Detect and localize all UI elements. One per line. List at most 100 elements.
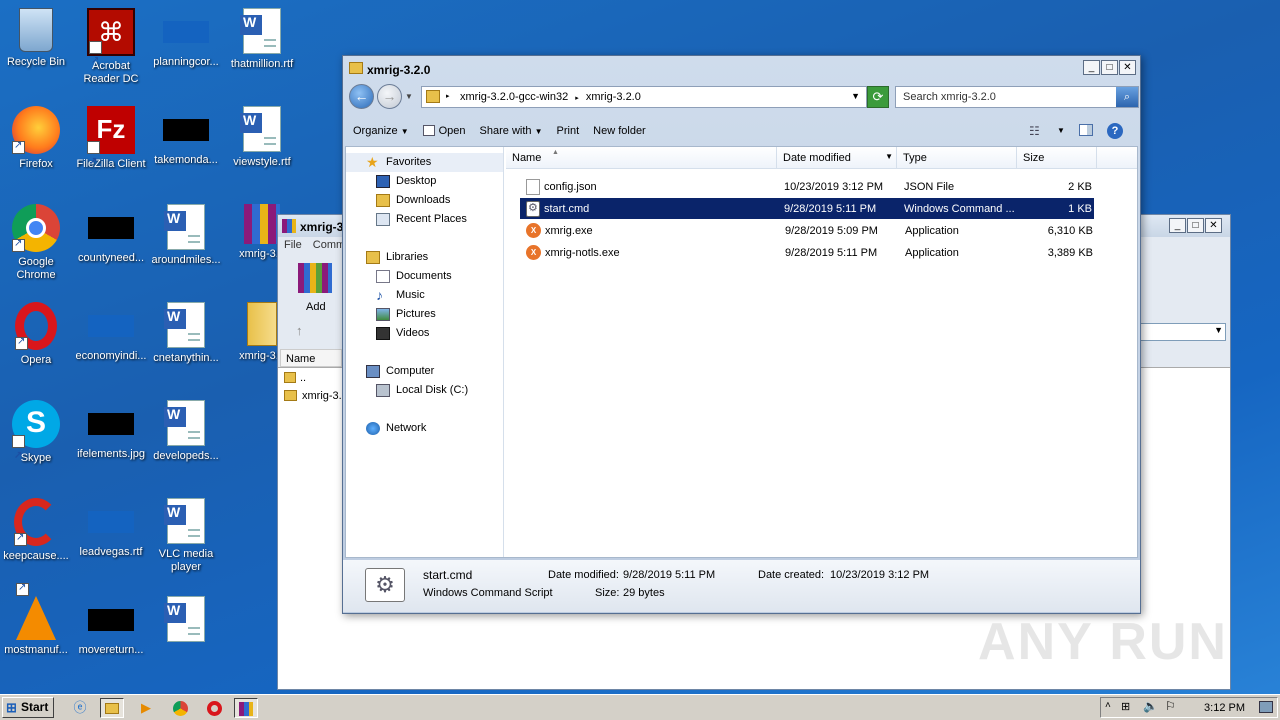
- show-hidden-icons-icon[interactable]: ˄: [1105, 700, 1111, 711]
- nav-desktop[interactable]: Desktop: [346, 172, 503, 191]
- refresh-button[interactable]: ⟳: [867, 86, 889, 108]
- new-folder-button[interactable]: New folder: [593, 125, 646, 137]
- nav-pictures[interactable]: Pictures: [346, 305, 503, 324]
- desktop-icon-viewstyle[interactable]: viewstyle.rtf: [224, 106, 300, 169]
- volume-icon[interactable]: 🔈: [1143, 699, 1158, 713]
- flag-icon[interactable]: ⚐: [1165, 699, 1176, 713]
- nav-computer[interactable]: Computer: [346, 362, 503, 381]
- recent-pages-chevron-icon[interactable]: ▼: [405, 92, 413, 101]
- table-row[interactable]: config.json 10/23/2019 3:12 PM JSON File…: [520, 176, 1094, 197]
- explorer-titlebar[interactable]: xmrig-3.2.0 _ □ ✕: [349, 60, 1136, 78]
- nav-network[interactable]: Network: [346, 419, 503, 438]
- media-player-icon[interactable]: ▶: [134, 698, 158, 718]
- close-button[interactable]: ✕: [1119, 60, 1136, 75]
- minimize-button[interactable]: _: [1083, 60, 1100, 75]
- winrar-archive-icon: [244, 204, 280, 244]
- column-header-name[interactable]: Name: [280, 349, 342, 367]
- menu-file[interactable]: File: [284, 239, 302, 251]
- desktop-icon-economyindi[interactable]: economyindi...: [73, 302, 149, 363]
- add-icon[interactable]: [298, 263, 332, 293]
- show-desktop-icon[interactable]: [1259, 701, 1273, 713]
- maximize-button[interactable]: □: [1187, 218, 1204, 233]
- network-tray-icon[interactable]: ⊞: [1121, 700, 1130, 713]
- desktop-icon-chrome[interactable]: Google Chrome: [0, 204, 74, 282]
- search-input[interactable]: Search xmrig-3.2.0 ⌕: [895, 86, 1139, 108]
- column-header-type[interactable]: Type: [897, 147, 1017, 168]
- start-button[interactable]: Start: [2, 697, 54, 718]
- address-bar[interactable]: ▸ xmrig-3.2.0-gcc-win32 ▸ xmrig-3.2.0 ▼: [421, 86, 867, 108]
- search-icon[interactable]: ⌕: [1116, 87, 1138, 107]
- chevron-right-icon[interactable]: ▸: [446, 92, 450, 100]
- path-dropdown[interactable]: ▼: [1138, 323, 1226, 341]
- desktop-icon-aroundmiles[interactable]: aroundmiles...: [148, 204, 224, 267]
- desktop-icon-thatmillion[interactable]: thatmillion.rtf: [224, 8, 300, 71]
- chevron-down-icon[interactable]: ▼: [885, 152, 893, 161]
- breadcrumb-item[interactable]: xmrig-3.2.0: [586, 91, 641, 103]
- explorer-taskbar-icon[interactable]: [100, 698, 124, 718]
- minimize-button[interactable]: _: [1169, 218, 1186, 233]
- desktop-icon-planningcor[interactable]: planningcor...: [148, 8, 224, 69]
- winrar-taskbar-icon[interactable]: [234, 698, 258, 718]
- nav-recent-places[interactable]: Recent Places: [346, 210, 503, 229]
- file-type: Windows Command ...: [904, 202, 1015, 215]
- preview-pane-icon[interactable]: [1079, 124, 1093, 136]
- chevron-right-icon[interactable]: ▸: [575, 95, 579, 102]
- desktop-icon-acrobat[interactable]: ⌘ Acrobat Reader DC: [73, 8, 149, 86]
- list-item[interactable]: xmrig-3.: [282, 388, 342, 404]
- open-button[interactable]: Open: [422, 125, 466, 137]
- desktop-icon-cnetanythin[interactable]: cnetanythin...: [148, 302, 224, 365]
- details-modified-label: Date modified:: [548, 569, 619, 581]
- column-header-size[interactable]: Size: [1017, 147, 1097, 168]
- desktop-icon-ccleaner[interactable]: keepcause....: [0, 498, 74, 563]
- desktop-icon-keepcause[interactable]: leadvegas.rtf: [73, 498, 149, 559]
- share-with-button[interactable]: Share with ▼: [480, 125, 543, 137]
- nav-label: Documents: [396, 270, 452, 282]
- desktop-icon-opera[interactable]: Opera: [0, 302, 74, 367]
- desktop-icon-countyneed[interactable]: countyneed...: [73, 204, 149, 265]
- desktop-icon-vlc[interactable]: mostmanuf...: [0, 581, 74, 657]
- nav-favorites[interactable]: ★ Favorites: [346, 153, 503, 172]
- opera-taskbar-icon[interactable]: [202, 698, 226, 718]
- desktop-icon-mostmanuf[interactable]: [148, 596, 224, 646]
- maximize-button[interactable]: □: [1101, 60, 1118, 75]
- desktop-icon-leadvegas[interactable]: VLC media player: [148, 498, 224, 574]
- taskbar: Start ⓔ ▶ ˄ ⊞ 🔈 ⚐ 3:12 PM: [0, 694, 1280, 720]
- explorer-window[interactable]: xmrig-3.2.0 _ □ ✕ ← → ▼ ▸ xmrig-3.2.0-gc…: [342, 55, 1141, 614]
- nav-downloads[interactable]: Downloads: [346, 191, 503, 210]
- table-row[interactable]: X xmrig.exe 9/28/2019 5:09 PM Applicatio…: [520, 220, 1094, 241]
- table-row[interactable]: X xmrig-notls.exe 9/28/2019 5:11 PM Appl…: [520, 242, 1094, 263]
- desktop-icon-takemonda[interactable]: takemonda...: [148, 106, 224, 167]
- chevron-down-icon[interactable]: ▼: [1057, 126, 1065, 135]
- desktop-icon-developeds[interactable]: developeds...: [148, 400, 224, 463]
- forward-button[interactable]: →: [377, 84, 402, 109]
- nav-local-disk[interactable]: Local Disk (C:): [346, 381, 503, 400]
- chrome-taskbar-icon[interactable]: [168, 698, 192, 718]
- close-button[interactable]: ✕: [1205, 218, 1222, 233]
- nav-videos[interactable]: Videos: [346, 324, 503, 343]
- up-arrow-icon[interactable]: ↑: [296, 323, 303, 338]
- clock[interactable]: 3:12 PM: [1204, 702, 1245, 714]
- nav-libraries[interactable]: Libraries: [346, 248, 503, 267]
- winrar-icon: [282, 219, 296, 233]
- nav-documents[interactable]: Documents: [346, 267, 503, 286]
- desktop-icon-filezilla[interactable]: Fz FileZilla Client: [73, 106, 149, 185]
- list-item[interactable]: ..: [282, 370, 306, 386]
- ie-icon[interactable]: ⓔ: [68, 698, 92, 718]
- print-button[interactable]: Print: [557, 125, 580, 137]
- desktop-icon-recycle-bin[interactable]: Recycle Bin: [0, 8, 74, 69]
- organize-button[interactable]: Organize ▼: [353, 125, 409, 137]
- desktop-icon-skype[interactable]: S Skype: [0, 400, 74, 479]
- nav-music[interactable]: ♪ Music: [346, 286, 503, 305]
- column-header-date-modified[interactable]: Date modified ▼: [777, 147, 897, 168]
- pictures-icon: [376, 308, 390, 321]
- table-row-selected[interactable]: start.cmd 9/28/2019 5:11 PM Windows Comm…: [520, 198, 1094, 219]
- breadcrumb-item[interactable]: xmrig-3.2.0-gcc-win32: [460, 91, 568, 103]
- desktop-icon-movereturn[interactable]: movereturn...: [73, 596, 149, 657]
- desktop-icon-firefox[interactable]: Firefox: [0, 106, 74, 171]
- back-button[interactable]: ←: [349, 84, 374, 109]
- chevron-down-icon[interactable]: ▼: [851, 91, 860, 101]
- column-header-name[interactable]: Name ▲: [506, 147, 777, 168]
- view-options-icon[interactable]: ☷: [1029, 124, 1040, 138]
- desktop-icon-ifelements[interactable]: ifelements.jpg: [73, 400, 149, 461]
- help-icon[interactable]: ?: [1107, 123, 1123, 139]
